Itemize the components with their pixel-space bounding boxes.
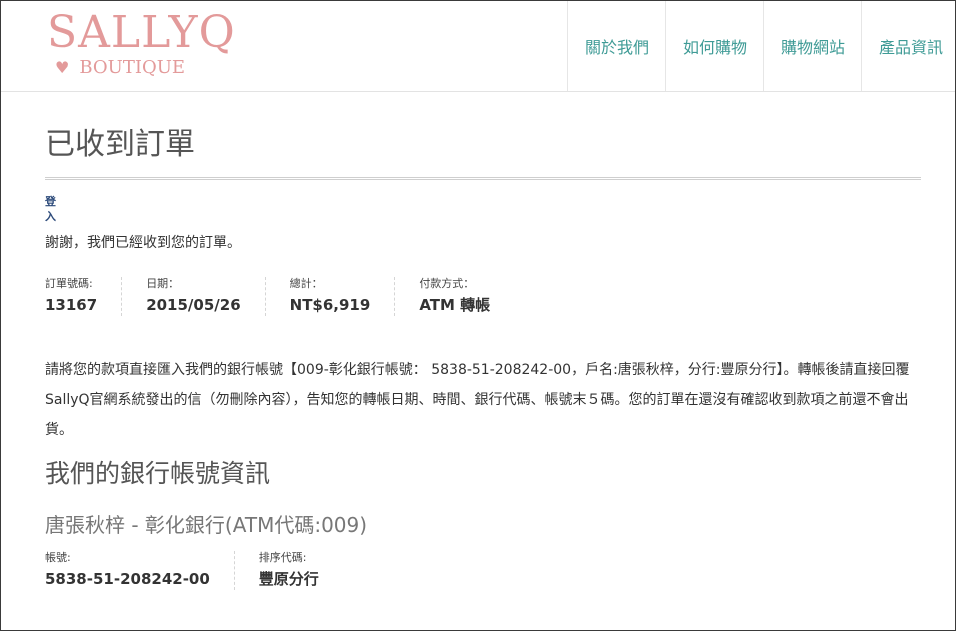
logo-subtitle-text: BOUTIQUE xyxy=(79,57,186,78)
site-header: SALLYQ ♥ BOUTIQUE 關於我們 如何購物 購物網站 產品資訊 xyxy=(1,1,955,92)
browser-frame: SALLYQ ♥ BOUTIQUE 關於我們 如何購物 購物網站 產品資訊 已收到… xyxy=(0,0,956,631)
account-number-value: 5838-51-208242-00 xyxy=(45,570,210,588)
logo-wordmark: SALLYQ xyxy=(47,7,236,58)
nav-shop-site[interactable]: 購物網站 xyxy=(763,1,861,91)
main-nav: 關於我們 如何購物 購物網站 產品資訊 xyxy=(567,1,955,91)
nav-how-to-shop[interactable]: 如何購物 xyxy=(665,1,763,91)
site-logo[interactable]: SALLYQ ♥ BOUTIQUE xyxy=(47,7,267,87)
account-number-label: 帳號: xyxy=(45,551,71,564)
thank-you-message: 謝謝，我們已經收到您的訂單。 xyxy=(45,235,241,251)
order-total: 總計： NT$6,919 xyxy=(290,277,396,316)
order-summary: 訂單號碼: 13167 日期： 2015/05/26 總計： NT$6,919 … xyxy=(45,277,538,316)
order-number-label: 訂單號碼: xyxy=(45,277,93,290)
bank-account-title: 唐張秋梓 - 彰化銀行(ATM代碼:009) xyxy=(45,513,368,537)
page-title: 已收到訂單 xyxy=(45,127,195,162)
nav-about-us[interactable]: 關於我們 xyxy=(567,1,665,91)
logo-subtitle: ♥ BOUTIQUE xyxy=(55,57,185,79)
payment-instructions: 請將您的款項直接匯入我們的銀行帳號【009-彰化銀行帳號： 5838-51-20… xyxy=(45,362,910,438)
payment-method: 付款方式： ATM 轉帳 xyxy=(419,277,514,316)
order-number-value: 13167 xyxy=(45,296,98,314)
bank-details: 帳號: 5838-51-208242-00 排序代碼: 豐原分行 xyxy=(45,551,367,590)
nav-product-info[interactable]: 產品資訊 xyxy=(861,1,955,91)
order-date-label: 日期： xyxy=(146,277,180,290)
order-total-label: 總計： xyxy=(289,277,323,290)
sort-code: 排序代碼: 豐原分行 xyxy=(259,551,343,590)
order-total-value: NT$6,919 xyxy=(289,296,371,314)
payment-method-value: ATM 轉帳 xyxy=(419,296,491,314)
title-divider xyxy=(45,177,921,180)
order-date: 日期： 2015/05/26 xyxy=(146,277,266,316)
payment-method-label: 付款方式： xyxy=(419,277,475,290)
account-number: 帳號: 5838-51-208242-00 xyxy=(45,551,235,590)
sort-code-label: 排序代碼: xyxy=(258,551,307,564)
heart-icon: ♥ xyxy=(55,58,70,77)
order-number: 訂單號碼: 13167 xyxy=(45,277,123,316)
login-link[interactable]: 登入 xyxy=(45,194,61,224)
sort-code-value: 豐原分行 xyxy=(258,570,319,588)
bank-info-heading: 我們的銀行帳號資訊 xyxy=(45,459,271,488)
order-date-value: 2015/05/26 xyxy=(146,296,241,314)
